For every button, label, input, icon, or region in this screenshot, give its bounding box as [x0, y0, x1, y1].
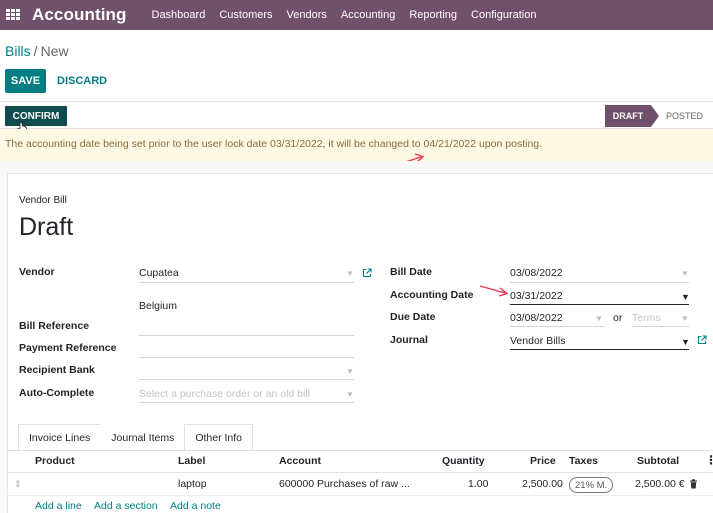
- due-date-caret-icon[interactable]: ▼: [595, 314, 603, 323]
- auto-complete-caret-icon[interactable]: ▼: [346, 390, 354, 399]
- due-date-field[interactable]: 03/08/2022: [510, 312, 563, 324]
- external-link-icon[interactable]: [697, 335, 707, 345]
- due-date-label: Due Date: [390, 311, 436, 323]
- bill-reference-label: Bill Reference: [19, 320, 90, 332]
- trash-icon[interactable]: [689, 479, 698, 489]
- add-section-link[interactable]: Add a section: [94, 500, 158, 512]
- menu-reporting[interactable]: Reporting: [409, 9, 457, 21]
- vendor-caret-icon[interactable]: ▼: [346, 269, 354, 278]
- bill-date-caret-icon[interactable]: ▼: [681, 269, 689, 278]
- confirm-button[interactable]: CONFIRM: [5, 106, 67, 126]
- accounting-date-underline: [510, 304, 689, 305]
- document-title: Draft: [19, 213, 74, 241]
- journal-caret-icon[interactable]: ▼: [681, 337, 690, 347]
- menu-configuration[interactable]: Configuration: [471, 9, 536, 21]
- payment-terms-caret-icon[interactable]: ▼: [681, 314, 689, 323]
- breadcrumb-bills[interactable]: Bills: [5, 43, 31, 59]
- column-price[interactable]: Price: [530, 455, 556, 467]
- accounting-date-caret-icon[interactable]: ▼: [681, 292, 690, 302]
- add-note-link[interactable]: Add a note: [170, 500, 221, 512]
- column-options-icon[interactable]: ⋮: [705, 453, 713, 467]
- auto-complete-underline: [139, 402, 354, 403]
- accounting-date-field[interactable]: 03/31/2022: [510, 290, 563, 302]
- save-button[interactable]: SAVE: [5, 69, 46, 93]
- bill-date-underline: [510, 282, 689, 283]
- external-link-icon[interactable]: [362, 268, 372, 278]
- or-label: or: [613, 312, 623, 324]
- vendor-label: Vendor: [19, 266, 55, 278]
- journal-field[interactable]: Vendor Bills: [510, 335, 565, 347]
- app-brand[interactable]: Accounting: [32, 5, 127, 25]
- breadcrumb: Bills / New: [5, 43, 69, 59]
- drag-handle-icon[interactable]: ⇕: [14, 479, 22, 490]
- table-row-divider: [7, 495, 713, 496]
- recipient-bank-label: Recipient Bank: [19, 364, 95, 376]
- menu-accounting[interactable]: Accounting: [341, 9, 395, 21]
- tabs-divider: [7, 450, 713, 451]
- column-quantity[interactable]: Quantity: [442, 455, 485, 467]
- status-bar: CONFIRM DRAFT POSTED: [0, 101, 713, 129]
- column-account[interactable]: Account: [279, 455, 321, 467]
- bill-date-label: Bill Date: [390, 266, 433, 278]
- vendor-underline: [139, 282, 354, 283]
- bill-reference-input[interactable]: [139, 335, 354, 336]
- auto-complete-label: Auto-Complete: [19, 387, 95, 399]
- recipient-bank-caret-icon[interactable]: ▼: [346, 367, 354, 376]
- journal-label: Journal: [390, 334, 428, 346]
- table-header-divider: [7, 472, 713, 473]
- tab-invoice-lines[interactable]: Invoice Lines: [18, 424, 102, 450]
- row-account[interactable]: 600000 Purchases of raw ...: [279, 478, 410, 490]
- row-label[interactable]: laptop: [178, 478, 207, 490]
- discard-button[interactable]: DISCARD: [57, 69, 107, 93]
- row-quantity[interactable]: 1.00: [468, 478, 488, 490]
- column-subtotal[interactable]: Subtotal: [637, 455, 679, 467]
- vendor-country: Belgium: [139, 300, 177, 312]
- top-navbar: Accounting Dashboard Customers Vendors A…: [0, 0, 713, 30]
- recipient-bank-input[interactable]: [139, 379, 354, 380]
- breadcrumb-separator: /: [33, 43, 38, 59]
- column-taxes[interactable]: Taxes: [569, 455, 598, 467]
- menu-vendors[interactable]: Vendors: [287, 9, 327, 21]
- due-date-underline: [510, 326, 604, 327]
- stage-draft: DRAFT: [605, 105, 659, 127]
- bill-date-field[interactable]: 03/08/2022: [510, 267, 563, 279]
- accounting-date-label: Accounting Date: [390, 289, 474, 301]
- menu-dashboard[interactable]: Dashboard: [152, 9, 206, 21]
- menu-customers[interactable]: Customers: [219, 9, 272, 21]
- auto-complete-input[interactable]: Select a purchase order or an old bill: [139, 388, 310, 400]
- row-tax-badge[interactable]: 21% M.: [569, 477, 614, 493]
- tab-other-info[interactable]: Other Info: [184, 424, 254, 450]
- stage-posted[interactable]: POSTED: [666, 105, 703, 127]
- breadcrumb-current: New: [40, 43, 69, 59]
- column-label[interactable]: Label: [178, 455, 205, 467]
- tab-journal-items[interactable]: Journal Items: [100, 424, 186, 450]
- row-price[interactable]: 2,500.00: [522, 478, 563, 490]
- payment-terms-input[interactable]: Terms: [632, 312, 661, 324]
- notebook-tabs: Invoice Lines Journal Items Other Info: [18, 424, 254, 450]
- payment-terms-underline: [632, 326, 689, 327]
- row-subtotal: 2,500.00 €: [635, 478, 685, 490]
- payment-reference-input[interactable]: [139, 357, 354, 358]
- payment-reference-label: Payment Reference: [19, 342, 117, 354]
- apps-menu-icon[interactable]: [6, 9, 20, 21]
- document-type: Vendor Bill: [19, 195, 67, 206]
- vendor-field[interactable]: Cupatea: [139, 267, 179, 279]
- lock-date-warning: The accounting date being set prior to t…: [0, 129, 713, 161]
- column-product[interactable]: Product: [35, 455, 75, 467]
- add-line-link[interactable]: Add a line: [35, 500, 82, 512]
- journal-underline: [510, 349, 689, 350]
- annotation-arrow-icon: [479, 285, 509, 297]
